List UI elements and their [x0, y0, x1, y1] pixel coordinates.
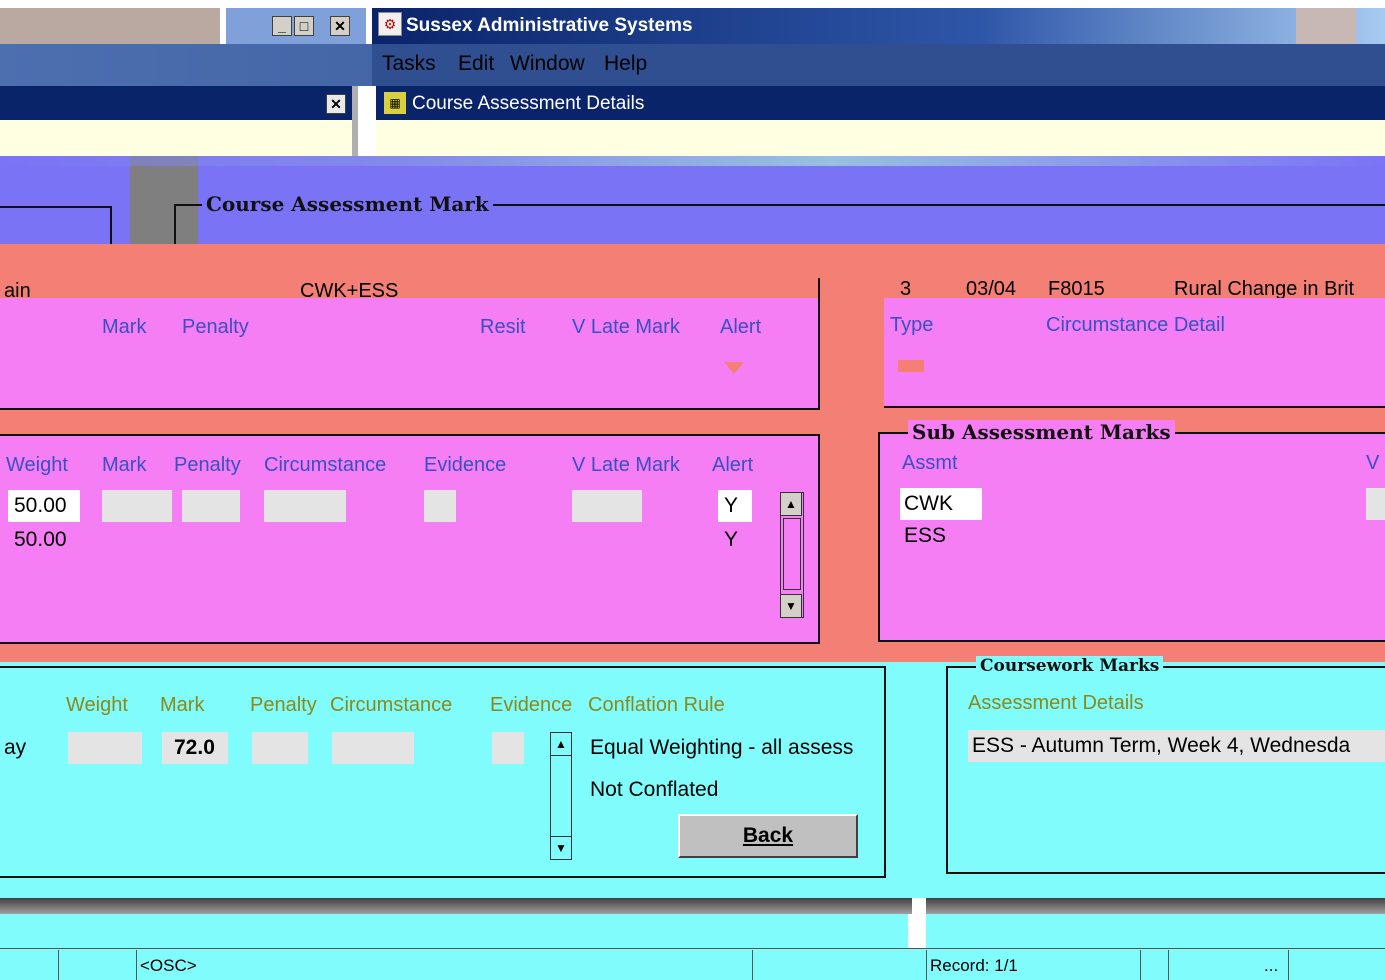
coursework-value: ESS - Autumn Term, Week 4, Wednesda [972, 734, 1351, 757]
menu-tasks[interactable]: Tasks [382, 52, 436, 76]
bottom-message-right [926, 914, 1385, 948]
status-osc: <OSC> [140, 956, 197, 975]
coursework-title: Coursework Marks [976, 656, 1164, 676]
detail-mark-value: 72.0 [174, 736, 215, 759]
scroll-down-icon[interactable]: ▼ [780, 594, 802, 618]
mark-header: Mark [102, 316, 147, 338]
conflation-scroll-down-icon[interactable]: ▼ [550, 836, 572, 860]
details-window-icon: ▦ [384, 92, 406, 114]
sub-assessment-title: Sub Assessment Marks [908, 420, 1175, 444]
status-sep-4 [926, 950, 927, 980]
type-header: Type [890, 314, 934, 336]
comp-alert-value: Y [724, 494, 739, 517]
sub-assmt-row-2: ESS [904, 524, 947, 547]
comp-evidence-field[interactable] [424, 490, 456, 522]
status-sep-7 [1288, 950, 1289, 980]
close-icon[interactable]: ✕ [330, 16, 350, 36]
minimize-icon[interactable]: _ [272, 16, 292, 36]
status-ellipsis: ... [1264, 956, 1279, 975]
detail-penalty-header: Penalty [250, 694, 317, 716]
detail-evidence-header: Evidence [490, 694, 573, 716]
bottom-message-left [0, 914, 908, 948]
detail-circumstance-field[interactable] [332, 732, 414, 764]
app-title: Sussex Administrative Systems [406, 15, 693, 36]
menu-help[interactable]: Help [604, 52, 647, 76]
back-button-label: Back [742, 824, 794, 847]
conflation-status: Not Conflated [590, 778, 719, 801]
status-sep-6 [1168, 950, 1169, 980]
comp-alert-header: Alert [712, 454, 754, 476]
bottom-split-right [926, 898, 1385, 914]
left-window-body [0, 120, 352, 160]
vlate-header: V Late Mark [572, 316, 680, 338]
sub-assmt-row-1: CWK [904, 492, 953, 515]
conflation-rule: Equal Weighting - all assess [590, 736, 854, 759]
comp-penalty-field[interactable] [182, 490, 240, 522]
course-mark-title: Course Assessment Mark [202, 192, 493, 216]
sub-assmt-header-right: V [1366, 452, 1380, 474]
status-record: Record: 1/1 [930, 956, 1018, 975]
left-window-close-icon[interactable]: ✕ [326, 94, 346, 114]
comp-weight-value: 50.00 [14, 494, 67, 517]
left-window-border [352, 86, 358, 156]
conflation-scroll-up-icon[interactable]: ▲ [550, 732, 572, 756]
detail-weight-field[interactable] [68, 732, 142, 764]
comp-mark-field[interactable] [102, 490, 172, 522]
mark-panel [0, 298, 820, 410]
sub-assmt-right-field[interactable] [1366, 488, 1385, 520]
left-box-edge [0, 206, 112, 246]
detail-weight-header: Weight [66, 694, 128, 716]
comp-weight-value-2: 50.00 [14, 528, 67, 551]
detail-conflation-header: Conflation Rule [588, 694, 725, 716]
comp-evidence-header: Evidence [424, 454, 507, 476]
details-window-title: Course Assessment Details [412, 93, 645, 114]
scroll-thumb[interactable] [783, 518, 801, 590]
comp-penalty-header: Penalty [174, 454, 241, 476]
back-button[interactable]: Back [678, 814, 858, 858]
maximize-icon[interactable]: □ [294, 16, 314, 36]
detail-circumstance-header: Circumstance [330, 694, 453, 716]
status-sep-1 [58, 950, 59, 980]
left-task-strip [0, 8, 220, 44]
title-right-block [1296, 8, 1356, 44]
row-divider [818, 278, 820, 300]
status-bar [0, 948, 1385, 980]
detail-penalty-field[interactable] [252, 732, 308, 764]
menu-window[interactable]: Window [510, 52, 585, 76]
app-icon: ⚙ [378, 12, 402, 36]
resit-header: Resit [480, 316, 526, 338]
detail-left-value: ay [4, 736, 27, 759]
details-yellow-strip [376, 120, 1385, 156]
menu-edit[interactable]: Edit [458, 52, 494, 76]
alert-indicator-icon [724, 362, 744, 374]
comp-mark-header: Mark [102, 454, 147, 476]
purple-top-line [0, 156, 1385, 166]
alert-header: Alert [720, 316, 762, 338]
status-sep-2 [136, 950, 137, 980]
sub-assmt-header: Assmt [902, 452, 958, 474]
comp-alert-value-2: Y [724, 528, 739, 551]
left-window-header [0, 86, 356, 120]
status-sep-5 [1140, 950, 1141, 980]
scroll-up-icon[interactable]: ▲ [780, 492, 802, 516]
penalty-header: Penalty [182, 316, 249, 338]
comp-vlate-header: V Late Mark [572, 454, 680, 476]
bottom-split-left [0, 898, 912, 914]
type-indicator [898, 360, 924, 372]
coursework-header: Assessment Details [968, 692, 1144, 714]
comp-circumstance-header: Circumstance [264, 454, 387, 476]
status-sep-3 [752, 950, 753, 980]
comp-circumstance-field[interactable] [264, 490, 346, 522]
circumstance-detail-header: Circumstance Detail [1046, 314, 1225, 336]
comp-vlate-field[interactable] [572, 490, 642, 522]
detail-mark-header: Mark [160, 694, 205, 716]
detail-evidence-field[interactable] [492, 732, 524, 764]
comp-weight-header: Weight [6, 454, 68, 476]
